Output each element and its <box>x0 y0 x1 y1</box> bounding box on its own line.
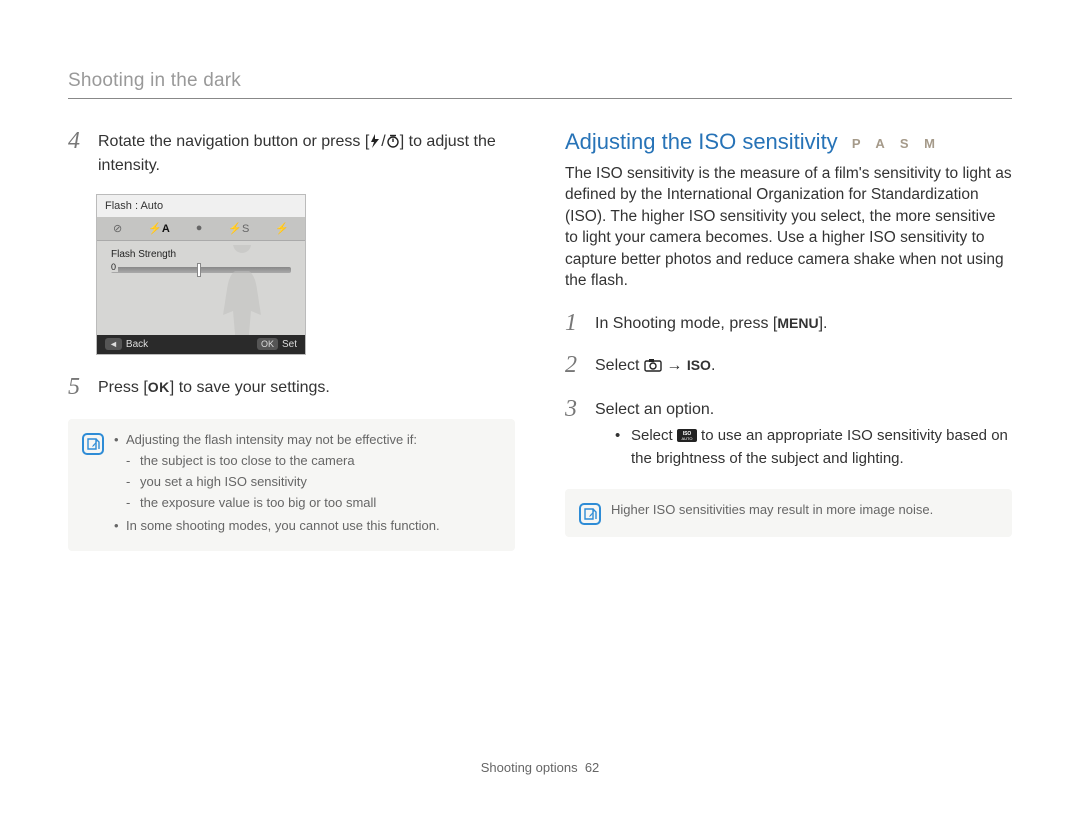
timer-icon <box>386 133 400 155</box>
mode-indicators: P A S M <box>852 136 941 151</box>
set-control: OK Set <box>257 339 297 350</box>
note-box: Adjusting the flash intensity may not be… <box>68 419 515 551</box>
text: Rotate the navigation button or press [ <box>98 133 369 150</box>
note-lead: Adjusting the flash intensity may not be… <box>126 432 417 447</box>
left-column: 4 Rotate the navigation button or press … <box>68 129 515 551</box>
flash-strength-label: Flash Strength <box>111 249 176 260</box>
text: ] to save your settings. <box>170 379 330 396</box>
note-sublist: the subject is too close to the camera y… <box>126 452 440 513</box>
flash-mode-row: ⊘ ⚡A ● ⚡S ⚡ <box>97 217 305 241</box>
step-body: Select an option. • Select ISOAUTO to us… <box>595 397 1012 469</box>
lcd-title: Flash : Auto <box>97 195 305 217</box>
section-header: Shooting in the dark <box>68 70 1012 99</box>
back-label: Back <box>126 339 148 350</box>
step-3: 3 Select an option. • Select ISOAUTO to … <box>565 397 1012 469</box>
page-footer: Shooting options 62 <box>0 760 1080 775</box>
arrow: → <box>662 357 687 374</box>
step-number: 2 <box>565 353 585 379</box>
iso-label: ISO <box>687 357 711 373</box>
footer-chapter: Shooting options <box>481 760 578 775</box>
intro-paragraph: The ISO sensitivity is the measure of a … <box>565 163 1012 291</box>
flash-on-icon: ⚡ <box>275 222 289 235</box>
step-number: 3 <box>565 397 585 469</box>
step-body: Select → ISO. <box>595 353 1012 379</box>
ok-key-icon: OK <box>257 338 278 350</box>
iso-auto-icon: ISOAUTO <box>677 428 697 448</box>
step-5: 5 Press [OK] to save your settings. <box>68 375 515 399</box>
svg-text:AUTO: AUTO <box>681 436 692 441</box>
flash-auto-icon: ⚡A <box>148 222 170 235</box>
text: Press [ <box>98 379 148 396</box>
lcd-bottom-bar: ◄ Back OK Set <box>97 335 305 354</box>
step-4: 4 Rotate the navigation button or press … <box>68 129 515 176</box>
set-label: Set <box>282 339 297 350</box>
step-1: 1 In Shooting mode, press [MENU]. <box>565 311 1012 335</box>
text: . <box>711 357 715 374</box>
note-icon <box>82 433 104 455</box>
lcd-preview: Flash : Auto ⊘ ⚡A ● ⚡S ⚡ Flash Strength <box>96 194 306 355</box>
right-column: Adjusting the ISO sensitivity P A S M Th… <box>565 129 1012 551</box>
step-body: Press [OK] to save your settings. <box>98 375 515 399</box>
text: In Shooting mode, press [ <box>595 315 777 332</box>
content-columns: 4 Rotate the navigation button or press … <box>68 129 1012 551</box>
bullet-dot: • <box>615 426 623 469</box>
step-number: 4 <box>68 129 88 176</box>
text: ]. <box>819 315 828 332</box>
note-box: Higher ISO sensitivities may result in m… <box>565 489 1012 537</box>
person-silhouette-icon <box>207 245 277 335</box>
heading-text: Adjusting the ISO sensitivity <box>565 129 838 154</box>
menu-icon: MENU <box>777 315 818 331</box>
back-key-icon: ◄ <box>105 338 122 350</box>
slider-thumb <box>197 263 201 277</box>
note-subitem: the subject is too close to the camera <box>126 452 440 471</box>
flash-slow-icon: ⚡S <box>228 222 249 235</box>
sub-bullet: • Select ISOAUTO to use an appropriate I… <box>615 426 1012 469</box>
note-subitem: you set a high ISO sensitivity <box>126 473 440 492</box>
text: Select an option. <box>595 401 714 418</box>
step-body: In Shooting mode, press [MENU]. <box>595 311 1012 335</box>
lcd-screen: ⊘ ⚡A ● ⚡S ⚡ Flash Strength <box>97 217 305 335</box>
text: Select <box>631 427 677 444</box>
note-subitem: the exposure value is too big or too sma… <box>126 494 440 513</box>
note-list: Adjusting the flash intensity may not be… <box>114 431 440 539</box>
step-2: 2 Select → ISO. <box>565 353 1012 379</box>
step-number: 5 <box>68 375 88 399</box>
footer-page: 62 <box>585 760 599 775</box>
step-number: 1 <box>565 311 585 335</box>
note-icon <box>579 503 601 525</box>
text: Select <box>595 357 644 374</box>
bullet-text: Select ISOAUTO to use an appropriate ISO… <box>631 426 1012 469</box>
section-heading: Adjusting the ISO sensitivity P A S M <box>565 129 1012 155</box>
note-item: In some shooting modes, you cannot use t… <box>114 517 440 536</box>
step-body: Rotate the navigation button or press [/… <box>98 129 515 176</box>
note-item: Adjusting the flash intensity may not be… <box>114 431 440 512</box>
flash-off-icon: ⊘ <box>113 222 122 235</box>
back-control: ◄ Back <box>105 339 148 350</box>
camera-icon <box>644 357 662 379</box>
ok-icon: OK <box>148 379 170 395</box>
note-text: Higher ISO sensitivities may result in m… <box>611 501 933 525</box>
redeye-icon: ● <box>196 222 203 235</box>
flash-icon <box>369 133 381 155</box>
